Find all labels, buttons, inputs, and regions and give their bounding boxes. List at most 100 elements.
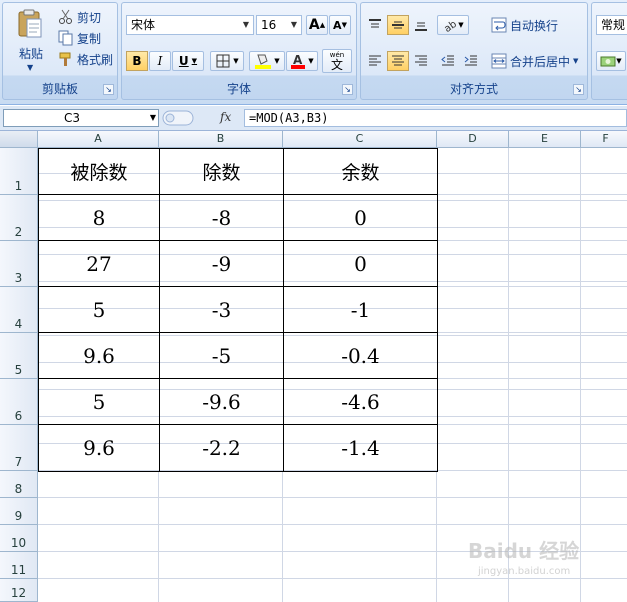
cell-a2[interactable]: 8 <box>39 195 159 240</box>
font-size-dropdown-icon[interactable]: ▼ <box>287 16 301 34</box>
gridline-row3 <box>437 286 627 287</box>
cell-a4[interactable]: 5 <box>39 287 159 332</box>
name-box[interactable]: C3 ▼ <box>3 109 159 127</box>
row-header-9[interactable]: 9 <box>0 498 38 525</box>
cell-c1[interactable]: 余数 <box>284 149 437 194</box>
cell-a6[interactable]: 5 <box>39 379 159 424</box>
grow-font-button[interactable]: A ▲ <box>306 15 328 35</box>
cell-b7[interactable]: -2.2 <box>160 425 283 471</box>
phonetic-button[interactable]: wén 文 <box>322 49 352 73</box>
align-right-button[interactable] <box>410 51 432 71</box>
cell-b5[interactable]: -5 <box>160 333 283 378</box>
baidu-watermark: Baidu 经验 <box>468 539 580 563</box>
decrease-indent-button[interactable] <box>437 51 459 71</box>
font-name-combo[interactable]: 宋体 ▼ <box>126 15 254 35</box>
row-header-10[interactable]: 10 <box>0 525 38 552</box>
clipboard-dialog-launcher-icon[interactable]: ↘ <box>103 84 114 95</box>
column-header-d[interactable]: D <box>437 131 509 148</box>
font-size-combo[interactable]: 16 ▼ <box>256 15 302 35</box>
orientation-button[interactable]: ab ▼ <box>437 15 469 35</box>
number-group: 常规 ▼ <box>591 2 627 100</box>
cell-a1[interactable]: 被除数 <box>39 149 159 194</box>
row-header-2[interactable]: 2 <box>0 195 38 241</box>
align-center-button[interactable] <box>387 51 409 71</box>
cell-b2[interactable]: -8 <box>160 195 283 240</box>
svg-text:ab: ab <box>443 19 459 32</box>
cut-button[interactable]: 剪切 <box>58 7 101 27</box>
alignment-group: ab ▼ 自动换行 合并后居中 ▼ 对齐方式 ↘ <box>360 2 588 100</box>
font-dialog-launcher-icon[interactable]: ↘ <box>342 84 353 95</box>
worksheet-grid: A B C D E F 1 2 3 4 5 6 7 8 9 10 11 12 被… <box>0 131 627 602</box>
cut-label: 剪切 <box>77 10 102 25</box>
name-box-dropdown-icon[interactable]: ▼ <box>150 110 156 126</box>
merge-center-button[interactable]: 合并后居中 ▼ <box>491 51 578 71</box>
cell-b1[interactable]: 除数 <box>160 149 283 194</box>
increase-indent-icon <box>464 55 477 66</box>
paste-button[interactable]: 粘贴 ▼ <box>9 7 53 72</box>
row-header-8[interactable]: 8 <box>0 471 38 498</box>
format-painter-button[interactable]: 格式刷 <box>58 49 113 69</box>
align-left-button[interactable] <box>364 51 386 71</box>
align-middle-button[interactable] <box>387 15 409 35</box>
svg-text:A: A <box>293 53 303 67</box>
insert-function-icon[interactable]: fx <box>220 110 231 124</box>
merge-center-dropdown-icon[interactable]: ▼ <box>573 57 578 65</box>
italic-button[interactable]: I <box>149 51 171 71</box>
cell-c6[interactable]: -4.6 <box>284 379 437 424</box>
copy-label: 复制 <box>77 31 102 46</box>
row-header-5[interactable]: 5 <box>0 333 38 379</box>
alignment-dialog-launcher-icon[interactable]: ↘ <box>573 84 584 95</box>
cell-c5[interactable]: -0.4 <box>284 333 437 378</box>
cell-a5[interactable]: 9.6 <box>39 333 159 378</box>
column-header-f[interactable]: F <box>581 131 627 148</box>
cell-b4[interactable]: -3 <box>160 287 283 332</box>
row-header-11[interactable]: 11 <box>0 552 38 579</box>
font-color-button[interactable]: A ▼ <box>286 51 318 71</box>
row-number: 4 <box>14 317 23 331</box>
column-header-a[interactable]: A <box>38 131 159 148</box>
gridline-row2 <box>437 240 627 241</box>
row-header-12[interactable]: 12 <box>0 579 38 602</box>
cell-c2[interactable]: 0 <box>284 195 437 240</box>
font-name-dropdown-icon[interactable]: ▼ <box>239 16 253 34</box>
paste-dropdown-icon[interactable]: ▼ <box>27 63 33 72</box>
number-format-combo[interactable]: 常规 <box>596 15 627 35</box>
borders-button[interactable]: ▼ <box>210 51 244 71</box>
align-top-button[interactable] <box>364 15 386 35</box>
cell-a7[interactable]: 9.6 <box>39 425 159 471</box>
bold-button[interactable]: B <box>126 51 148 71</box>
row-header-7[interactable]: 7 <box>0 425 38 471</box>
cell-c3[interactable]: 0 <box>284 241 437 286</box>
column-header-c[interactable]: C <box>283 131 437 148</box>
row-header-4[interactable]: 4 <box>0 287 38 333</box>
grow-font-icon: A <box>308 17 320 33</box>
row-header-1[interactable]: 1 <box>0 148 38 195</box>
borders-icon <box>216 54 230 68</box>
cell-c7[interactable]: -1.4 <box>284 425 437 471</box>
gridline-d <box>508 148 509 602</box>
copy-button[interactable]: 复制 <box>58 28 101 48</box>
gridline-row6 <box>437 424 627 425</box>
bold-label: B <box>132 54 142 68</box>
cell-c4[interactable]: -1 <box>284 287 437 332</box>
underline-button[interactable]: U ▼ <box>172 51 204 71</box>
cell-b3[interactable]: -9 <box>160 241 283 286</box>
fill-color-button[interactable]: ▼ <box>249 51 285 71</box>
row-header-6[interactable]: 6 <box>0 379 38 425</box>
align-bottom-button[interactable] <box>410 15 432 35</box>
formula-splitter-icon[interactable] <box>162 109 194 127</box>
column-header-b[interactable]: B <box>159 131 283 148</box>
shrink-font-button[interactable]: A ▼ <box>329 15 351 35</box>
column-header-e[interactable]: E <box>509 131 581 148</box>
copy-icon <box>58 30 73 46</box>
gridline-a-lower <box>158 471 159 602</box>
cell-a3[interactable]: 27 <box>39 241 159 286</box>
wrap-text-button[interactable]: 自动换行 <box>491 15 558 35</box>
row-header-3[interactable]: 3 <box>0 241 38 287</box>
increase-indent-button[interactable] <box>460 51 482 71</box>
accounting-format-button[interactable]: ▼ <box>596 51 626 71</box>
paste-icon <box>18 9 42 38</box>
formula-input[interactable]: =MOD(A3,B3) <box>244 109 627 127</box>
select-all-corner[interactable] <box>0 131 38 148</box>
cell-b6[interactable]: -9.6 <box>160 379 283 424</box>
